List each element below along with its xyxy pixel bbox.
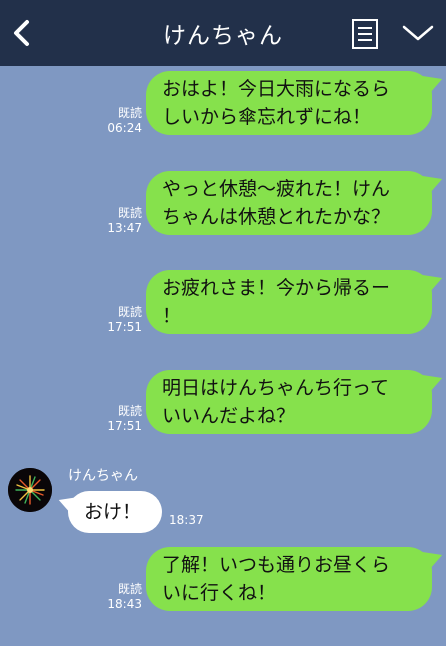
outgoing-message[interactable]: おはよ！今日大雨になるら しいから傘忘れずにね！ (146, 71, 432, 135)
chat-title: けんちゃん (163, 23, 283, 49)
message-meta: 既読 17:51 (100, 404, 142, 434)
outgoing-message[interactable]: お疲れさま！今から帰るー ！ (146, 270, 432, 334)
sender-name: けんちゃん (68, 468, 138, 484)
read-receipt: 既読 (117, 582, 142, 596)
message-time: 18:37 (169, 513, 204, 527)
contact-avatar[interactable] (8, 468, 52, 512)
avatar-fireworks-icon (8, 468, 52, 512)
message-time: 13:47 (107, 221, 142, 235)
message-line: 明日はけんちゃんち行って (162, 377, 390, 399)
message-time: 06:24 (107, 121, 142, 135)
message-meta: 既読 17:51 (100, 305, 142, 335)
message-time: 17:51 (107, 419, 142, 433)
read-receipt: 既読 (117, 206, 142, 220)
message-meta: 既読 18:43 (100, 582, 142, 612)
message-time: 17:51 (107, 320, 142, 334)
back-button[interactable] (4, 11, 40, 55)
back-chevron-icon (14, 20, 29, 46)
message-list[interactable]: 既読 06:24 おはよ！今日大雨になるら しいから傘忘れずにね！ 既読 13:… (0, 66, 446, 646)
read-receipt: 既読 (117, 305, 142, 319)
message-line: お疲れさま！今から帰るー (162, 277, 391, 299)
read-receipt: 既読 (117, 106, 142, 120)
message-line: ちゃんは休憩とれたかな？ (162, 206, 391, 228)
menu-button[interactable] (350, 18, 380, 50)
message-meta: 既読 06:24 (100, 106, 142, 136)
message-line: 了解！いつも通りお昼くら (162, 554, 391, 576)
message-line: いに行くね！ (162, 582, 277, 604)
message-meta: 既読 13:47 (100, 206, 142, 236)
message-line: いいんだよね？ (162, 405, 296, 427)
chevron-down-icon (402, 25, 434, 41)
read-receipt: 既読 (117, 404, 142, 418)
message-line: おはよ！今日大雨になるら (162, 78, 391, 100)
message-line: おけ！ (84, 501, 142, 523)
chat-header: けんちゃん (0, 0, 446, 66)
outgoing-message[interactable]: やっと休憩〜疲れた！けん ちゃんは休憩とれたかな？ (146, 171, 432, 235)
menu-list-icon (352, 19, 378, 49)
collapse-button[interactable] (400, 22, 436, 44)
outgoing-message[interactable]: 明日はけんちゃんち行って いいんだよね？ (146, 370, 432, 434)
incoming-message[interactable]: おけ！ (68, 491, 162, 533)
message-time: 18:43 (107, 597, 142, 611)
message-line: やっと休憩〜疲れた！けん (162, 178, 391, 200)
message-line: しいから傘忘れずにね！ (162, 106, 372, 128)
outgoing-message[interactable]: 了解！いつも通りお昼くら いに行くね！ (146, 547, 432, 611)
message-line: ！ (162, 305, 182, 327)
